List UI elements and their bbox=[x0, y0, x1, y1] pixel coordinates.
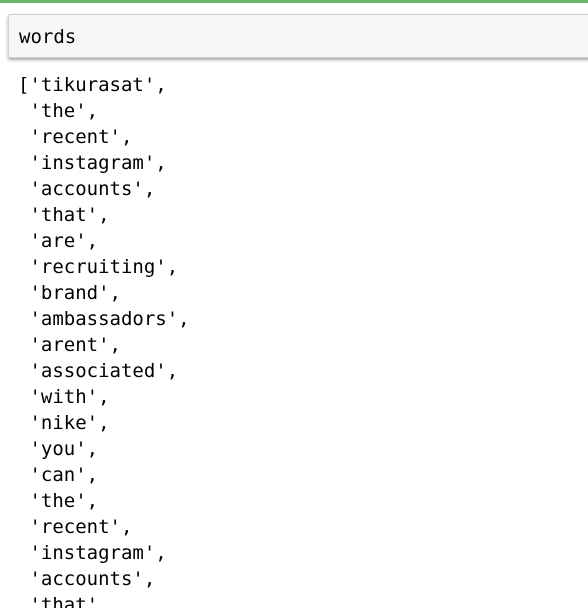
output-line: 'instagram', bbox=[18, 542, 167, 564]
output-line: 'nike', bbox=[18, 412, 110, 434]
output-line: 'accounts', bbox=[18, 178, 156, 200]
output-line: 'the', bbox=[18, 490, 99, 512]
output-line: 'the', bbox=[18, 100, 99, 122]
output-line: 'accounts', bbox=[18, 568, 156, 590]
output-line: 'recent', bbox=[18, 126, 133, 148]
output-line: ['tikurasat', bbox=[18, 74, 167, 96]
output-line: 'recent', bbox=[18, 516, 133, 538]
cell-source-code[interactable]: words bbox=[19, 25, 76, 49]
output-line: 'are', bbox=[18, 230, 99, 252]
output-line: 'ambassadors', bbox=[18, 308, 190, 330]
output-line: 'you', bbox=[18, 438, 99, 460]
output-line: 'can', bbox=[18, 464, 99, 486]
output-line: 'with', bbox=[18, 386, 110, 408]
output-line: 'instagram', bbox=[18, 152, 167, 174]
cell-output-area: ['tikurasat', 'the', 'recent', 'instagra… bbox=[18, 72, 588, 608]
code-input-cell[interactable]: words bbox=[8, 14, 588, 58]
output-line: 'recruiting', bbox=[18, 256, 179, 278]
output-line: 'that', bbox=[18, 594, 110, 608]
output-line: 'associated', bbox=[18, 360, 179, 382]
output-line: 'brand', bbox=[18, 282, 121, 304]
cell-selection-border bbox=[0, 0, 588, 3]
output-line: 'that', bbox=[18, 204, 110, 226]
output-line: 'arent', bbox=[18, 334, 121, 356]
